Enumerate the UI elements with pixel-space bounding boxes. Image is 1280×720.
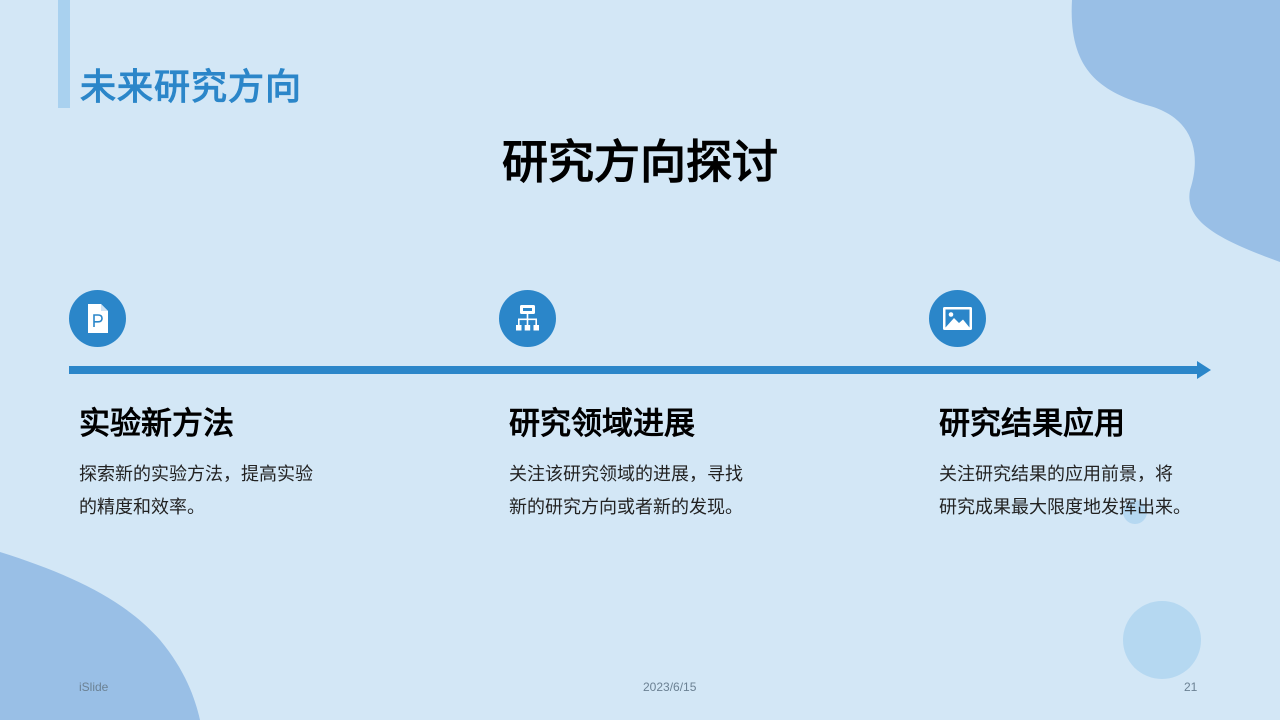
item-title-results-application: 研究结果应用 (939, 406, 1125, 442)
item-title-field-progress: 研究领域进展 (509, 406, 695, 442)
org-chart-icon (499, 290, 556, 347)
slide: 未来研究方向 研究方向探讨 实验新方法 探索新的实验方法，提高实验 的精度和效率… (0, 0, 1280, 720)
item-title-experiment: 实验新方法 (79, 406, 234, 442)
item-desc-experiment: 探索新的实验方法，提高实验 的精度和效率。 (79, 458, 379, 524)
main-title: 研究方向探讨 (502, 135, 778, 189)
item-desc-results-application: 关注研究结果的应用前景，将 研究成果最大限度地发挥出来。 (939, 458, 1239, 524)
footer-page-number: 21 (1184, 680, 1198, 694)
footer-date: 2023/6/15 (643, 680, 697, 694)
item-desc-field-progress: 关注该研究领域的进展，寻找 新的研究方向或者新的发现。 (509, 458, 809, 524)
bottom-left-blob (0, 552, 200, 720)
desc-line: 研究成果最大限度地发挥出来。 (939, 497, 1191, 518)
footer-brand: iSlide (79, 680, 109, 694)
large-light-circle (1123, 601, 1201, 679)
section-title: 未来研究方向 (80, 67, 303, 108)
desc-line: 的精度和效率。 (79, 497, 205, 518)
timeline-arrow (69, 361, 1211, 379)
title-accent-bar (58, 0, 70, 108)
desc-line: 探索新的实验方法，提高实验 (79, 464, 313, 485)
desc-line: 新的研究方向或者新的发现。 (509, 497, 743, 518)
desc-line: 关注研究结果的应用前景，将 (939, 464, 1173, 485)
ppt-file-icon (69, 290, 126, 347)
image-icon (929, 290, 986, 347)
desc-line: 关注该研究领域的进展，寻找 (509, 464, 743, 485)
